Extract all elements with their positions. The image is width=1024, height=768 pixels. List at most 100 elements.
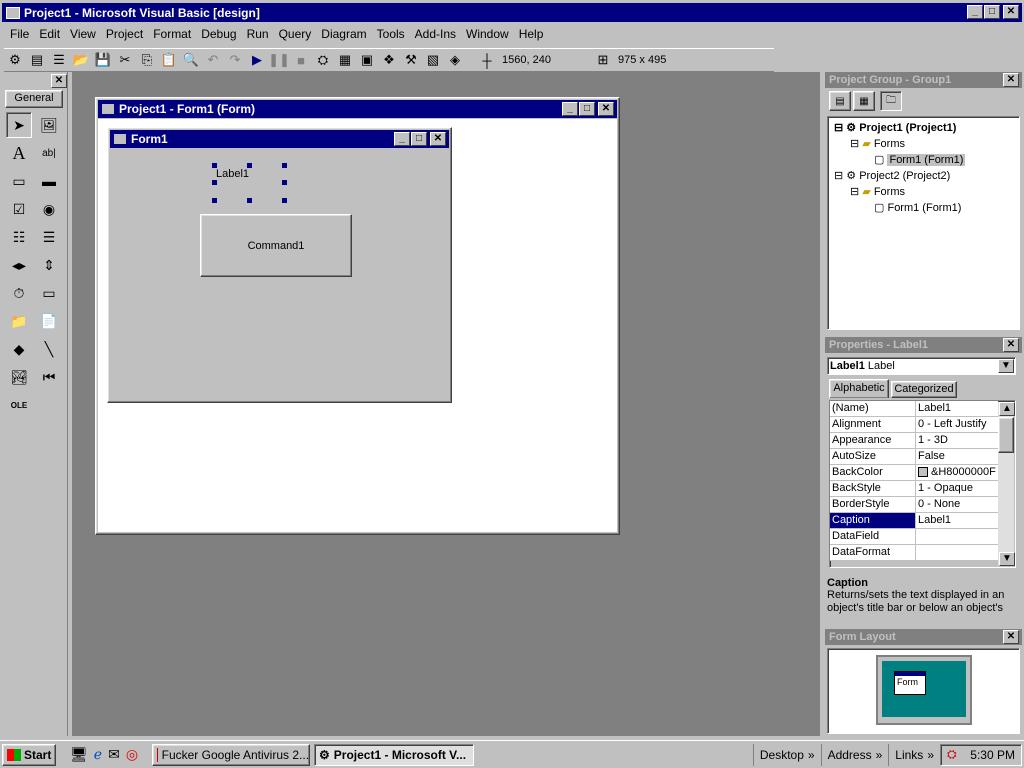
undo-icon[interactable]: ↶ xyxy=(202,50,224,70)
component-manager-icon[interactable]: ◈ xyxy=(444,50,466,70)
property-value[interactable]: 1 - Opaque xyxy=(916,481,998,496)
copy-icon[interactable]: ⎘ xyxy=(136,50,158,70)
toolbox-close-button[interactable]: ✕ xyxy=(51,74,67,88)
toolbox-icon[interactable]: ⚒ xyxy=(400,50,422,70)
menu-diagram[interactable]: Diagram xyxy=(321,27,366,43)
start-icon[interactable]: ▶ xyxy=(246,50,268,70)
selection-handle[interactable] xyxy=(282,198,287,203)
property-value[interactable]: Label1 xyxy=(916,401,998,416)
property-value[interactable]: &H8000000F xyxy=(916,465,998,480)
property-row[interactable]: DataFormat xyxy=(830,545,998,561)
property-row[interactable]: Appearance 1 - 3D xyxy=(830,433,998,449)
quicklaunch-desktop-icon[interactable]: 🖥 xyxy=(70,746,88,763)
scroll-up-icon[interactable]: ▲ xyxy=(999,402,1015,416)
add-project-icon[interactable]: ⚙ xyxy=(4,50,26,70)
label1-control[interactable]: Label1 xyxy=(212,163,287,203)
property-value[interactable]: 1 - 3D xyxy=(916,433,998,448)
start-button[interactable]: Start xyxy=(2,743,56,766)
property-row[interactable]: BackStyle 1 - Opaque xyxy=(830,481,998,497)
property-row[interactable]: BackColor &H8000000F xyxy=(830,465,998,481)
links-toolbar[interactable]: Links» xyxy=(888,743,940,766)
property-row[interactable]: AutoSize False xyxy=(830,449,998,465)
project-explorer-close-button[interactable]: ✕ xyxy=(1003,73,1019,87)
property-value[interactable]: False xyxy=(916,449,998,464)
label-tool-icon[interactable]: A xyxy=(6,140,32,166)
find-icon[interactable]: 🔍 xyxy=(180,50,202,70)
object-selector[interactable]: Label1 Label ▼ xyxy=(827,357,1016,375)
chevron-down-icon[interactable]: ▼ xyxy=(998,359,1014,373)
open-project-icon[interactable]: 📂 xyxy=(70,50,92,70)
tab-categorized[interactable]: Categorized xyxy=(891,381,957,398)
paste-icon[interactable]: 📋 xyxy=(158,50,180,70)
menu-file[interactable]: File xyxy=(10,27,29,43)
property-value[interactable]: 0 - Left Justify xyxy=(916,417,998,432)
pointer-tool-icon[interactable]: ➤ xyxy=(6,112,32,138)
form-designer-maximize-button[interactable]: □ xyxy=(579,102,595,116)
tree-item-form1[interactable]: ▢ Form1 (Form1) xyxy=(830,200,1017,216)
toggle-folders-icon[interactable]: 🗀 xyxy=(880,91,902,111)
property-row[interactable]: (Name) Label1 xyxy=(830,401,998,417)
listbox-tool-icon[interactable]: ☰ xyxy=(36,224,62,250)
data-tool-icon[interactable]: ⏮ xyxy=(36,364,62,390)
timer-tool-icon[interactable]: ⏱ xyxy=(6,280,32,306)
menu-debug[interactable]: Debug xyxy=(201,27,236,43)
selection-handle[interactable] xyxy=(212,198,217,203)
form-layout-icon[interactable]: ▣ xyxy=(356,50,378,70)
textbox-tool-icon[interactable]: ab| xyxy=(36,140,62,166)
scroll-thumb[interactable] xyxy=(998,417,1014,453)
menu-window[interactable]: Window xyxy=(466,27,509,43)
tray-app-icon[interactable]: ⛭ xyxy=(947,747,957,762)
menu-editor-icon[interactable]: ☰ xyxy=(48,50,70,70)
form1-minimize-button[interactable]: _ xyxy=(394,132,410,146)
tree-item-project1[interactable]: ⊟ ⚙ Project1 (Project1) xyxy=(830,120,1017,136)
break-icon[interactable]: ❚❚ xyxy=(268,50,290,70)
quicklaunch-outlook-icon[interactable]: ✉ xyxy=(108,746,120,763)
form-layout-close-button[interactable]: ✕ xyxy=(1003,630,1019,644)
picturebox-tool-icon[interactable]: 🖼 xyxy=(36,112,62,138)
desktop-toolbar[interactable]: Desktop» xyxy=(752,743,821,766)
view-code-icon[interactable]: ▤ xyxy=(829,91,851,111)
selection-handle[interactable] xyxy=(282,180,287,185)
command1-button[interactable]: Command1 xyxy=(200,214,352,277)
quicklaunch-opera-icon[interactable]: ◎ xyxy=(126,746,138,763)
property-row[interactable]: Alignment 0 - Left Justify xyxy=(830,417,998,433)
selection-handle[interactable] xyxy=(212,163,217,168)
dirlistbox-tool-icon[interactable]: 📁 xyxy=(6,308,32,334)
property-row[interactable]: BorderStyle 0 - None xyxy=(830,497,998,513)
collapse-icon[interactable]: ⊟ xyxy=(850,186,859,198)
end-icon[interactable]: ■ xyxy=(290,50,312,70)
view-object-icon[interactable]: ▦ xyxy=(853,91,875,111)
tree-item-forms[interactable]: ⊟ ▰ Forms xyxy=(830,136,1017,152)
menu-run[interactable]: Run xyxy=(247,27,269,43)
ole-tool-icon[interactable]: OLE xyxy=(6,392,32,418)
form-designer-minimize-button[interactable]: _ xyxy=(562,102,578,116)
form1-maximize-button[interactable]: □ xyxy=(411,132,427,146)
selection-handle[interactable] xyxy=(282,163,287,168)
address-toolbar[interactable]: Address» xyxy=(820,743,889,766)
quicklaunch-ie-icon[interactable]: ℯ xyxy=(94,746,102,763)
commandbutton-tool-icon[interactable]: ▬ xyxy=(36,168,62,194)
mini-form[interactable]: Form xyxy=(894,671,926,695)
properties-window-icon[interactable]: ▦ xyxy=(334,50,356,70)
redo-icon[interactable]: ↷ xyxy=(224,50,246,70)
tree-item-forms[interactable]: ⊟ ▰ Forms xyxy=(830,184,1017,200)
vscrollbar-tool-icon[interactable]: ⇕ xyxy=(36,252,62,278)
menu-addins[interactable]: Add-Ins xyxy=(415,27,456,43)
toolbox-general-tab[interactable]: General xyxy=(5,90,63,108)
image-tool-icon[interactable]: 🏞 xyxy=(6,364,32,390)
save-project-icon[interactable]: 💾 xyxy=(92,50,114,70)
combobox-tool-icon[interactable]: ☷ xyxy=(6,224,32,250)
property-value[interactable] xyxy=(916,545,998,560)
shape-tool-icon[interactable]: ◆ xyxy=(6,336,32,362)
maximize-button[interactable]: □ xyxy=(984,5,1000,19)
tab-alphabetic[interactable]: Alphabetic xyxy=(829,379,889,398)
menu-project[interactable]: Project xyxy=(106,27,143,43)
property-row[interactable]: Caption Label1 xyxy=(830,513,998,529)
object-browser-icon[interactable]: ❖ xyxy=(378,50,400,70)
property-value[interactable] xyxy=(916,529,998,544)
project-explorer-icon[interactable]: ⛭ xyxy=(312,50,334,70)
close-button[interactable]: ✕ xyxy=(1003,5,1019,19)
add-form-icon[interactable]: ▤ xyxy=(26,50,48,70)
frame-tool-icon[interactable]: ▭ xyxy=(6,168,32,194)
properties-close-button[interactable]: ✕ xyxy=(1003,338,1019,352)
